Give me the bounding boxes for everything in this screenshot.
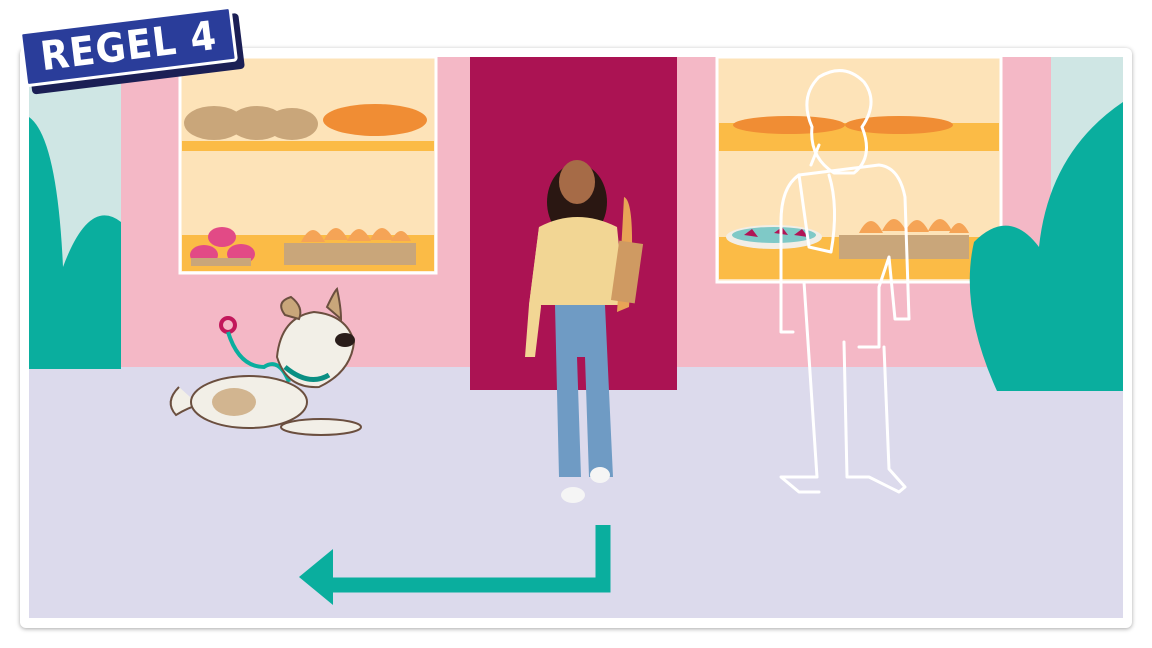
bakery-scene: [29, 57, 1123, 618]
left-window: [178, 57, 438, 275]
